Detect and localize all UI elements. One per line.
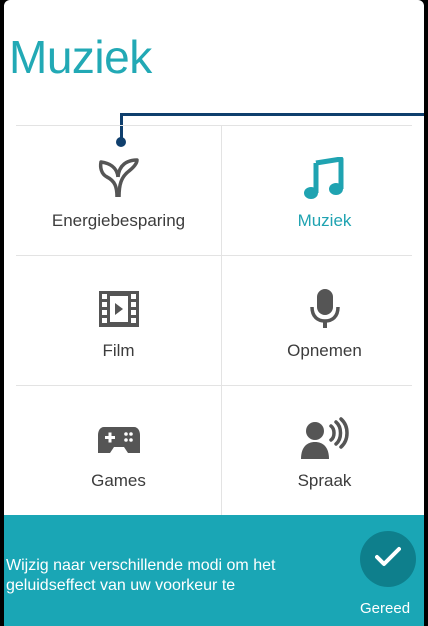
speaker-voice-icon	[299, 415, 351, 463]
mode-label: Games	[91, 471, 146, 490]
mode-grid: Energiebesparing Muziek Film Opnemen Gam…	[16, 125, 424, 515]
screen: Muziek Energiebesparing Muziek Film Opne…	[4, 0, 424, 626]
mode-label: Spraak	[297, 471, 352, 490]
mode-energiebesparing[interactable]: Energiebesparing	[16, 125, 221, 255]
microphone-icon	[303, 285, 347, 333]
music-note-icon	[303, 155, 347, 203]
tutorial-pointer-line	[119, 113, 424, 116]
mode-spraak[interactable]: Spraak	[222, 385, 424, 515]
mode-film[interactable]: Film	[16, 255, 221, 385]
done-button[interactable]	[360, 531, 416, 587]
device-frame: Muziek Energiebesparing Muziek Film Opne…	[0, 0, 428, 626]
tutorial-text: Wijzig naar verschillende modi om het ge…	[6, 557, 276, 594]
mode-muziek[interactable]: Muziek	[222, 125, 424, 255]
checkmark-icon	[375, 546, 401, 572]
page-title: Muziek	[9, 31, 152, 83]
film-icon	[97, 285, 141, 333]
mode-label: Energiebesparing	[51, 211, 186, 230]
mode-opnemen[interactable]: Opnemen	[222, 255, 424, 385]
gamepad-icon	[96, 415, 142, 463]
mode-label: Opnemen	[287, 341, 362, 360]
mode-label: Muziek	[297, 211, 352, 230]
leaf-icon	[97, 155, 141, 203]
mode-label: Film	[102, 341, 135, 360]
tutorial-overlay: Wijzig naar verschillende modi om het ge…	[4, 515, 424, 626]
mode-games[interactable]: Games	[16, 385, 221, 515]
done-label[interactable]: Gereed	[360, 600, 424, 617]
